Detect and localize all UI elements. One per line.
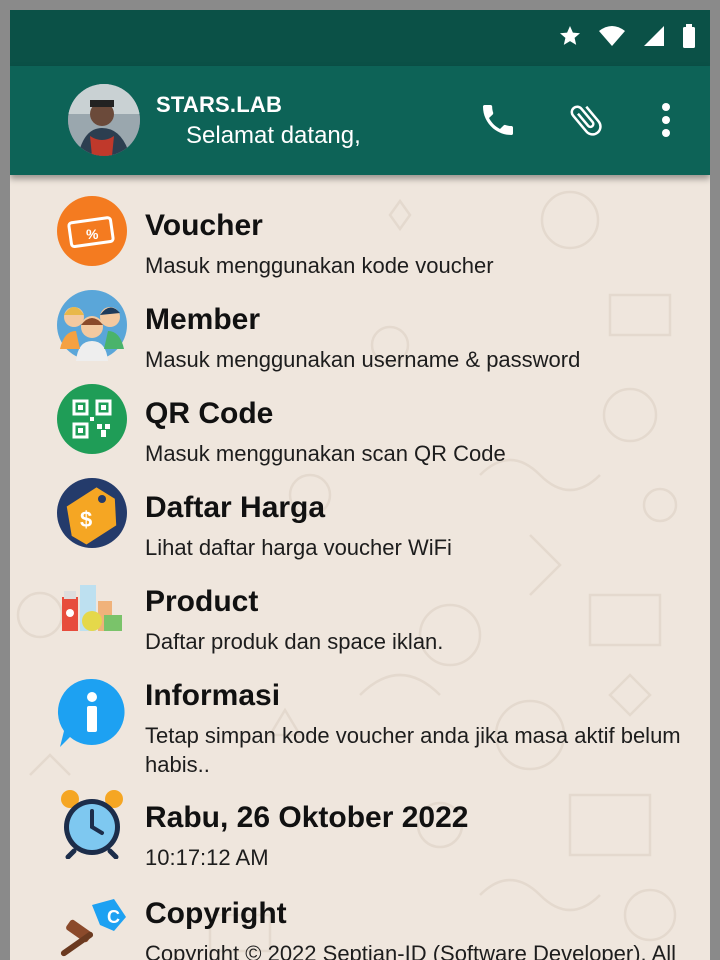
alarm-clock-icon xyxy=(56,787,128,860)
status-bar xyxy=(10,10,710,66)
member-group-icon xyxy=(56,289,128,361)
menu-title: Member xyxy=(145,303,261,336)
menu-item-member[interactable]: Member Masuk menggunakan username & pass… xyxy=(10,289,710,373)
svg-text:%: % xyxy=(86,226,99,242)
voucher-icon: % xyxy=(56,195,128,267)
phone-icon[interactable] xyxy=(474,96,522,144)
menu-item-copyright[interactable]: C Copyright Copyright © 2022 Septian-ID … xyxy=(10,883,710,960)
paperclip-icon[interactable] xyxy=(562,96,610,144)
avatar[interactable] xyxy=(68,84,140,156)
price-tag-icon: $ xyxy=(56,477,128,549)
battery-icon xyxy=(682,24,696,53)
more-vert-icon[interactable] xyxy=(642,96,690,144)
phone-screen: STARS.LAB Selamat datang, % Voucher Masu… xyxy=(10,10,710,960)
menu-desc: Masuk menggunakan kode voucher xyxy=(145,253,494,278)
menu-item-date: Rabu, 26 Oktober 2022 10:17:12 AM xyxy=(10,787,710,877)
time-value: 10:17:12 AM xyxy=(145,845,269,870)
star-icon xyxy=(558,24,582,53)
menu-item-product[interactable]: Product Daftar produk dan space iklan. xyxy=(10,571,710,655)
menu-title: Voucher xyxy=(145,209,263,242)
menu-title: QR Code xyxy=(145,397,274,430)
svg-text:$: $ xyxy=(80,507,92,532)
qr-code-icon xyxy=(56,383,128,455)
menu-item-daftar-harga[interactable]: $ Daftar Harga Lihat daftar harga vouche… xyxy=(10,477,710,561)
welcome-subtitle: Selamat datang, xyxy=(186,122,361,149)
products-icon xyxy=(56,571,128,643)
info-icon xyxy=(56,677,128,749)
menu-title: Daftar Harga xyxy=(145,491,326,524)
svg-text:C: C xyxy=(107,907,120,927)
menu-item-qr-code[interactable]: QR Code Masuk menggunakan scan QR Code xyxy=(10,383,710,467)
menu-desc: Copyright © 2022 Septian-ID (Software De… xyxy=(145,941,677,960)
wifi-icon xyxy=(598,24,626,53)
app-title: STARS.LAB xyxy=(156,92,283,117)
copyright-gavel-icon: C xyxy=(56,897,128,960)
menu-item-voucher[interactable]: % Voucher Masuk menggunakan kode voucher xyxy=(10,195,710,279)
menu-desc: Masuk menggunakan scan QR Code xyxy=(145,441,506,466)
menu-title: Product xyxy=(145,585,259,618)
menu-item-informasi[interactable]: Informasi Tetap simpan kode voucher anda… xyxy=(10,665,710,777)
date-title: Rabu, 26 Oktober 2022 xyxy=(145,801,469,834)
menu-title: Copyright xyxy=(145,897,287,930)
menu-title: Informasi xyxy=(145,679,281,712)
menu-desc: Masuk menggunakan username & password xyxy=(145,347,581,372)
menu-desc: Daftar produk dan space iklan. xyxy=(145,629,444,654)
signal-icon xyxy=(642,24,666,53)
menu-desc: Lihat daftar harga voucher WiFi xyxy=(145,535,452,560)
menu-desc: Tetap simpan kode voucher anda jika masa… xyxy=(145,723,681,777)
app-bar: STARS.LAB Selamat datang, xyxy=(10,66,710,175)
